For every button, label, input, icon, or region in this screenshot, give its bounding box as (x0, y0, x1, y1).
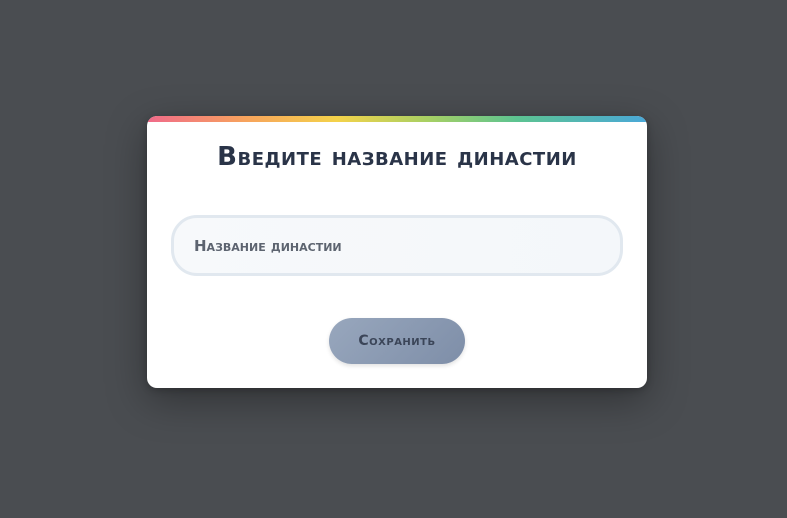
dialog-title: Введите название династии (217, 142, 577, 172)
dynasty-name-dialog: Введите название династии Сохранить (147, 116, 647, 388)
save-button[interactable]: Сохранить (329, 318, 465, 364)
rainbow-accent-bar (147, 116, 647, 122)
dynasty-name-input[interactable] (171, 215, 623, 276)
